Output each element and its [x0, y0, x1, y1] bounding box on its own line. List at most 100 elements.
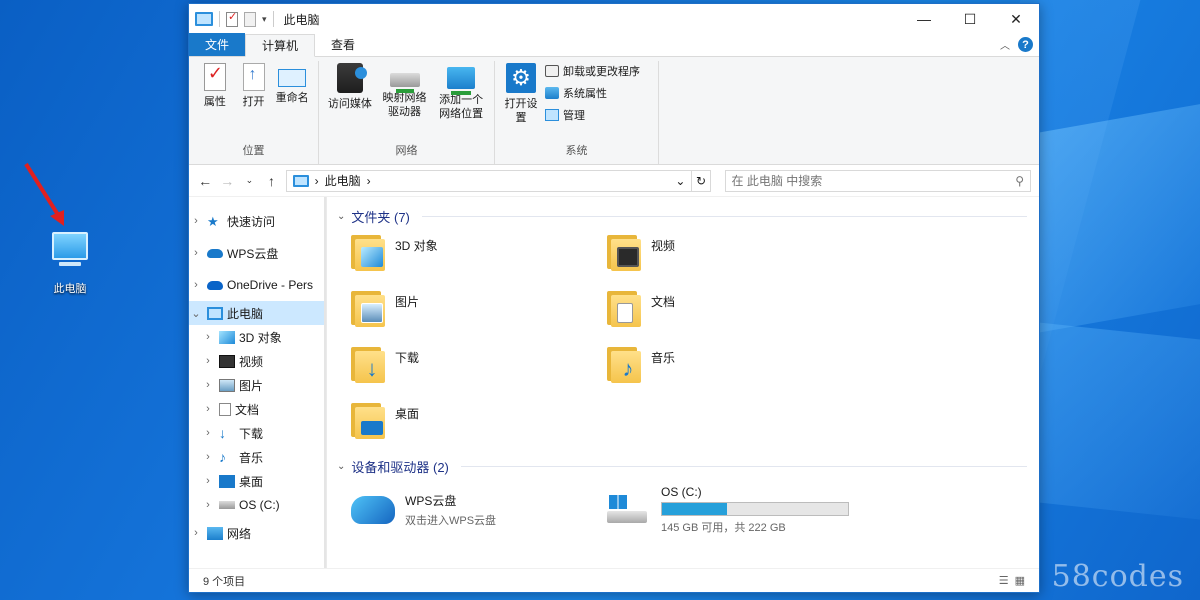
picture-icon	[219, 378, 235, 392]
nav-item-3d-objects[interactable]: › 3D 对象	[189, 325, 326, 349]
nav-item-os-c[interactable]: › OS (C:)	[189, 493, 326, 517]
download-icon: ↓	[366, 356, 378, 381]
chevron-right-icon[interactable]: ›	[189, 279, 203, 291]
chevron-down-icon[interactable]: ⌄	[675, 174, 685, 188]
explorer-window: ▾ 此电脑 — ☐ ✕ 文件 计算机 查看 ︿ ? 属性	[188, 3, 1040, 593]
address-bar[interactable]: › 此电脑 › ⌄	[285, 169, 693, 192]
cube-icon	[219, 330, 235, 344]
monitor-icon	[52, 232, 88, 260]
device-os-c[interactable]: OS (C:) 145 GB 可用，共 222 GB	[607, 485, 863, 535]
nav-item-this-pc[interactable]: ⌄ 此电脑	[189, 301, 326, 325]
system-properties-button[interactable]: 系统属性	[545, 85, 640, 101]
group-label-location: 位置	[242, 145, 265, 157]
back-button[interactable]: ←	[197, 173, 213, 189]
address-path[interactable]: 此电脑	[325, 172, 361, 189]
media-icon	[336, 63, 367, 93]
ribbon-group-network: 访问媒体 映射网络驱动器 添加一个网络位置 网络	[319, 61, 495, 164]
folder-music[interactable]: ♪ 音乐	[607, 343, 863, 393]
chevron-right-icon[interactable]: ›	[189, 247, 203, 259]
tab-computer[interactable]: 计算机	[245, 34, 316, 57]
star-icon: ★	[207, 213, 219, 229]
folder-icon: ♪	[607, 343, 641, 383]
chevron-down-icon[interactable]: ⌄	[337, 461, 345, 472]
ribbon-group-system: ⚙ 打开设置 卸载或更改程序 系统属性 管理 系统	[495, 61, 659, 164]
nav-item-wps-cloud[interactable]: › WPS云盘	[189, 237, 326, 269]
search-input[interactable]	[731, 173, 1016, 188]
nav-item-videos[interactable]: › 视频	[189, 349, 326, 373]
properties-button[interactable]: 属性	[195, 61, 235, 142]
rename-button[interactable]: 重命名	[272, 61, 312, 142]
chevron-right-icon: ›	[366, 173, 371, 188]
folder-downloads[interactable]: ↓ 下载	[351, 343, 607, 393]
network-icon	[207, 526, 223, 540]
refresh-button[interactable]: ↻	[692, 169, 711, 192]
maximize-button[interactable]: ☐	[947, 4, 993, 34]
help-icon[interactable]: ?	[1018, 37, 1033, 52]
chevron-down-icon[interactable]: ⌄	[337, 211, 345, 222]
chevron-right-icon[interactable]: ›	[189, 215, 203, 227]
nav-item-music[interactable]: › ♪ 音乐	[189, 445, 326, 469]
onedrive-icon	[207, 280, 223, 290]
open-button[interactable]: 打开	[239, 61, 268, 142]
up-button[interactable]: ↑	[263, 173, 279, 189]
access-media-button[interactable]: 访问媒体	[325, 61, 375, 142]
folder-videos[interactable]: 视频	[607, 231, 863, 281]
folder-icon	[351, 231, 385, 271]
open-icon	[242, 63, 265, 91]
chevron-right-icon[interactable]: ›	[189, 527, 203, 539]
search-icon[interactable]: ⚲	[1015, 174, 1024, 188]
manage-button[interactable]: 管理	[545, 107, 640, 123]
add-network-location-button[interactable]: 添加一个网络位置	[434, 61, 488, 142]
device-wps-cloud[interactable]: WPS云盘 双击进入WPS云盘	[351, 485, 607, 535]
map-network-drive-button[interactable]: 映射网络驱动器	[379, 61, 431, 142]
devices-section-header[interactable]: ⌄ 设备和驱动器 (2)	[337, 455, 1027, 477]
large-icons-view-icon[interactable]: ▦	[1015, 574, 1025, 587]
uninstall-program-button[interactable]: 卸载或更改程序	[545, 63, 640, 79]
properties-icon[interactable]	[226, 10, 238, 27]
nav-item-onedrive[interactable]: › OneDrive - Pers	[189, 269, 326, 301]
desktop-icon-label: 此电脑	[53, 283, 87, 295]
forward-button[interactable]: →	[219, 173, 235, 189]
recent-locations-button[interactable]: ⌄	[241, 175, 257, 186]
folder-icon	[607, 231, 641, 271]
details-view-icon[interactable]: ☰	[999, 574, 1009, 587]
computer-icon	[195, 12, 213, 26]
red-arrow-icon	[24, 162, 64, 226]
nav-item-documents[interactable]: › 文档	[189, 397, 326, 421]
picture-icon	[361, 303, 383, 323]
folder-icon	[351, 399, 385, 439]
music-icon: ♪	[219, 448, 226, 465]
nav-item-network[interactable]: › 网络	[189, 517, 326, 549]
folder-icon	[607, 287, 641, 327]
group-label-system: 系统	[565, 145, 588, 157]
nav-item-pictures[interactable]: › 图片	[189, 373, 326, 397]
content-pane: ⌄ 文件夹 (7) 3D 对象 视频 图片 文档 ↓ 下载 ♪ 音乐 桌面 ⌄ …	[327, 197, 1039, 569]
close-button[interactable]: ✕	[993, 4, 1039, 34]
desktop-icon-this-pc[interactable]: 此电脑	[44, 232, 96, 296]
folder-3d-objects[interactable]: 3D 对象	[351, 231, 607, 281]
tab-view[interactable]: 查看	[315, 33, 371, 56]
tab-file[interactable]: 文件	[189, 33, 246, 56]
nav-scrollbar[interactable]	[324, 197, 326, 569]
collapse-ribbon-icon[interactable]: ︿	[1000, 37, 1010, 52]
title-bar[interactable]: ▾ 此电脑 — ☐ ✕	[189, 4, 1039, 34]
nav-item-downloads[interactable]: › ↓ 下载	[189, 421, 326, 445]
folder-desktop[interactable]: 桌面	[351, 399, 607, 449]
new-folder-icon[interactable]	[244, 11, 256, 27]
network-location-icon	[447, 67, 476, 95]
minimize-button[interactable]: —	[901, 4, 947, 34]
nav-item-desktop[interactable]: › 桌面	[189, 469, 326, 493]
system-icon	[545, 87, 559, 99]
folder-pictures[interactable]: 图片	[351, 287, 607, 337]
chevron-down-icon[interactable]: ⌄	[189, 307, 203, 320]
item-count: 9 个项目	[203, 575, 246, 588]
folder-documents[interactable]: 文档	[607, 287, 863, 337]
nav-item-quick-access[interactable]: › ★ 快速访问	[189, 205, 326, 237]
chevron-down-icon[interactable]: ▾	[262, 14, 267, 25]
open-settings-button[interactable]: ⚙ 打开设置	[501, 61, 541, 142]
search-box[interactable]: ⚲	[724, 169, 1031, 192]
wps-cloud-icon	[351, 496, 395, 524]
folders-section-header[interactable]: ⌄ 文件夹 (7)	[337, 205, 1027, 227]
window-title: 此电脑	[283, 12, 320, 27]
device-name: OS (C:)	[661, 485, 702, 499]
